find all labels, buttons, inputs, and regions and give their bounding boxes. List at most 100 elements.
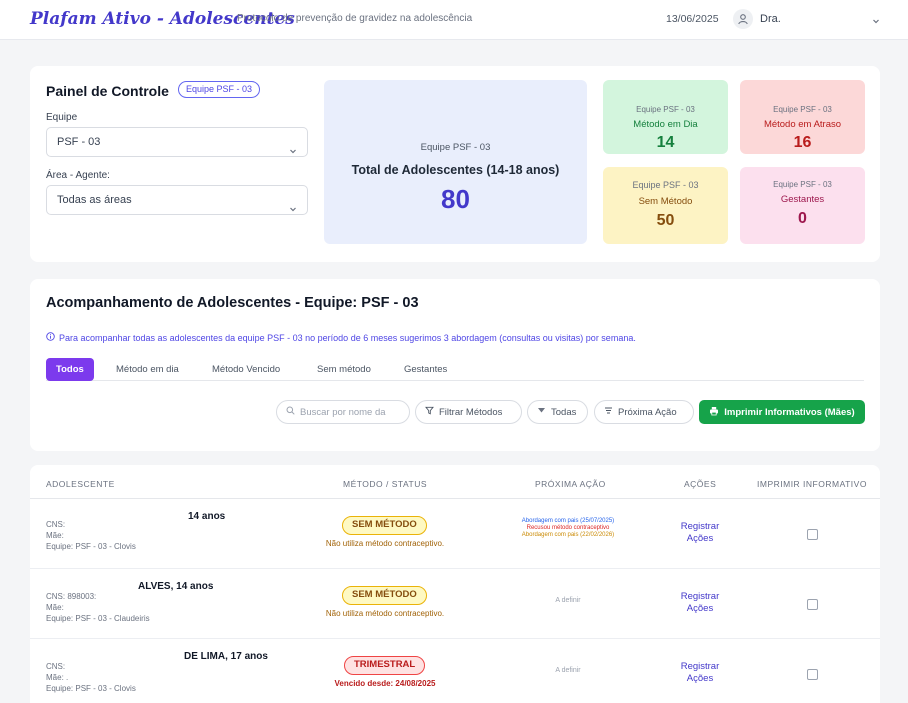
next-action-text: A definir — [555, 597, 581, 604]
funnel-icon — [537, 406, 546, 418]
filter-methods-button[interactable]: Filtrar Métodos — [415, 400, 522, 424]
adolescents-table: ADOLESCENTE MÉTODO / STATUS PRÓXIMA AÇÃO… — [30, 465, 880, 703]
stat-team: Equipe PSF - 03 — [773, 105, 832, 114]
adolescent-team: Equipe: PSF - 03 - Claudeiris — [46, 614, 150, 623]
total-team: Equipe PSF - 03 — [420, 142, 491, 153]
app-subtitle: Protocolo de prevenção de gravidez na ad… — [237, 13, 473, 24]
printer-icon — [709, 406, 719, 419]
adolescent-cns: CNS: — [46, 662, 66, 671]
stat-value: 14 — [656, 134, 675, 151]
team-select-value: PSF - 03 — [57, 136, 101, 148]
status-badge: TRIMESTRAL — [344, 656, 426, 675]
tab-todos[interactable]: Todos — [46, 358, 94, 381]
chevron-down-icon — [289, 196, 297, 224]
column-header-imprimir: IMPRIMIR INFORMATIVO — [757, 479, 867, 489]
print-button-label: Imprimir Informativos (Mães) — [724, 406, 855, 418]
total-adolescents-card: Equipe PSF - 03 Total de Adolescentes (1… — [324, 80, 587, 244]
adolescent-cns: CNS: 898003: — [46, 592, 97, 601]
all-select[interactable]: Todas — [527, 400, 588, 424]
tracking-title: Acompanhamento de Adolescentes - Equipe:… — [46, 295, 419, 311]
info-icon — [46, 332, 55, 343]
register-actions-link[interactable]: Registrar Ações — [670, 661, 730, 685]
team-select-label: Equipe — [46, 112, 78, 123]
info-message: Para acompanhar todas as adolescentes da… — [46, 332, 636, 343]
stat-value: 50 — [656, 212, 675, 229]
table-row[interactable]: ALVES, 14 anos CNS: 898003: Mãe: Equipe:… — [30, 569, 880, 639]
current-date: 13/06/2025 — [666, 13, 719, 25]
tracking-card: Acompanhamento de Adolescentes - Equipe:… — [30, 279, 880, 451]
table-row[interactable]: 14 anos CNS: Mãe: Equipe: PSF - 03 - Clo… — [30, 499, 880, 569]
adolescent-cns: CNS: — [46, 520, 66, 529]
user-name[interactable]: Dra. — [760, 13, 781, 25]
area-select-value: Todas as áreas — [57, 194, 132, 206]
search-input[interactable]: Buscar por nome da — [276, 400, 410, 424]
next-action-line: Abordagem com pais (22/02/2026) — [521, 532, 615, 538]
print-checkbox[interactable] — [807, 669, 818, 680]
register-actions-link[interactable]: Registrar Ações — [670, 521, 730, 545]
control-panel-card: Painel de Controle Equipe PSF - 03 Equip… — [30, 66, 880, 262]
search-placeholder: Buscar por nome da — [300, 406, 386, 418]
next-action-sort-label: Próxima Ação — [618, 406, 677, 418]
filter-tabs: Todos Método em dia Método Vencido Sem m… — [46, 358, 864, 381]
stat-team: Equipe PSF - 03 — [632, 180, 699, 190]
column-header-metodo-status: MÉTODO / STATUS — [343, 479, 428, 489]
register-actions-link[interactable]: Registrar Ações — [670, 591, 730, 615]
top-bar: Plafam Ativo - Adolescentes Protocolo de… — [0, 0, 908, 40]
team-pill: Equipe PSF - 03 — [178, 81, 261, 98]
adolescent-mother: Mãe: — [46, 603, 64, 612]
team-select[interactable]: PSF - 03 — [46, 127, 308, 157]
stat-value: 16 — [793, 134, 812, 151]
sort-icon — [604, 406, 613, 418]
area-select[interactable]: Todas as áreas — [46, 185, 308, 215]
stat-team: Equipe PSF - 03 — [636, 105, 695, 114]
chevron-down-icon — [289, 138, 297, 166]
adolescent-team: Equipe: PSF - 03 - Clovis — [46, 542, 136, 551]
tab-gestantes[interactable]: Gestantes — [404, 358, 447, 381]
table-row[interactable]: DE LIMA, 17 anos CNS: Mãe: . Equipe: PSF… — [30, 639, 880, 703]
area-select-label: Área - Agente: — [46, 170, 110, 181]
stat-label: Sem Método — [638, 196, 693, 207]
status-badge: SEM MÉTODO — [342, 516, 427, 535]
filter-icon — [425, 406, 434, 418]
print-informatives-button[interactable]: Imprimir Informativos (Mães) — [699, 400, 865, 424]
status-text: Vencido desde: 24/08/2025 — [334, 679, 436, 688]
print-checkbox[interactable] — [807, 529, 818, 540]
all-select-label: Todas — [551, 406, 577, 418]
tab-sem-metodo[interactable]: Sem método — [317, 358, 371, 381]
next-action-text: A definir — [555, 667, 581, 674]
filter-methods-label: Filtrar Métodos — [439, 406, 503, 418]
adolescent-team: Equipe: PSF - 03 - Clovis — [46, 684, 136, 693]
stat-label: Gestantes — [780, 194, 825, 205]
chevron-down-icon[interactable] — [872, 12, 880, 30]
tab-metodo-vencido[interactable]: Método Vencido — [212, 358, 280, 381]
column-header-proxima-acao: PRÓXIMA AÇÃO — [535, 479, 606, 489]
panel-title: Painel de Controle — [46, 83, 169, 99]
stat-metodo-em-atraso[interactable]: Equipe PSF - 03 Método em Atraso 16 — [740, 80, 865, 154]
next-action-line: Abordagem com pais (25/07/2025) — [521, 518, 615, 524]
stat-label: Método em Dia — [633, 119, 698, 130]
adolescent-mother: Mãe: — [46, 531, 64, 540]
adolescent-name: 14 anos — [188, 511, 226, 522]
status-text: Não utiliza método contraceptivo. — [325, 609, 445, 618]
status-badge: SEM MÉTODO — [342, 586, 427, 605]
print-checkbox[interactable] — [807, 599, 818, 610]
stat-metodo-em-dia[interactable]: Equipe PSF - 03 Método em Dia 14 — [603, 80, 728, 154]
adolescent-mother: Mãe: . — [46, 673, 69, 682]
stat-team: Equipe PSF - 03 — [773, 180, 832, 189]
next-action-sort-button[interactable]: Próxima Ação — [594, 400, 694, 424]
next-action-line: Recusou método contraceptivo — [526, 525, 610, 531]
info-text: Para acompanhar todas as adolescentes da… — [59, 332, 636, 343]
stat-gestantes[interactable]: Equipe PSF - 03 Gestantes 0 — [740, 167, 865, 244]
search-icon — [286, 406, 295, 418]
column-header-acoes: AÇÕES — [684, 479, 717, 489]
status-text: Não utiliza método contraceptivo. — [325, 539, 445, 548]
adolescent-name: ALVES, 14 anos — [138, 581, 214, 592]
stat-label: Método em Atraso — [763, 119, 842, 130]
stat-sem-metodo[interactable]: Equipe PSF - 03 Sem Método 50 — [603, 167, 728, 244]
tab-metodo-em-dia[interactable]: Método em dia — [116, 358, 179, 381]
total-value: 80 — [441, 184, 470, 214]
user-icon[interactable] — [733, 9, 753, 29]
stat-value: 0 — [798, 210, 807, 227]
total-label: Total de Adolescentes (14-18 anos) — [351, 163, 560, 177]
adolescent-name: DE LIMA, 17 anos — [184, 651, 268, 662]
